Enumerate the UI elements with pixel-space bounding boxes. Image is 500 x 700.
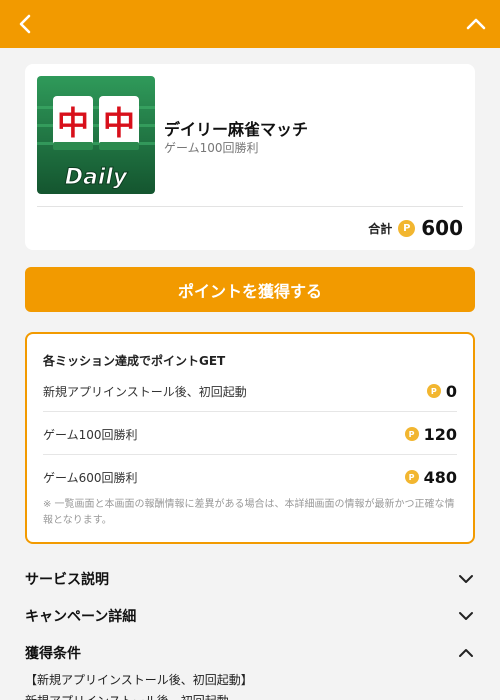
accordion-label: 獲得条件 <box>25 646 81 662</box>
mahjong-thumbnail-image: 中 中 Daily <box>37 76 155 194</box>
game-subtitle: ゲーム100回勝利 <box>164 141 259 155</box>
mission-points: P 0 <box>426 381 457 401</box>
mission-row: ゲーム100回勝利 P 120 <box>43 414 457 454</box>
total-label: 合計 <box>368 221 393 236</box>
chevron-left-icon <box>19 14 31 34</box>
accordion-label: キャンペーン詳細 <box>25 609 137 625</box>
mission-points-value: 120 <box>423 424 457 444</box>
mission-points-value: 0 <box>445 381 457 401</box>
mission-label: 新規アプリインストール後、初回起動 <box>43 384 247 399</box>
tile-left-glyph: 中 <box>57 104 89 142</box>
card-divider <box>37 206 463 207</box>
total-points: 合計 P 600 <box>368 216 463 240</box>
collapse-button[interactable] <box>462 10 490 38</box>
mission-row: ゲーム600回勝利 P 480 <box>43 457 457 497</box>
chevron-up-icon <box>466 18 486 30</box>
point-coin-icon: P <box>398 219 416 237</box>
back-button[interactable] <box>12 10 40 38</box>
mission-points: P 480 <box>404 467 457 487</box>
total-value: 600 <box>421 216 463 240</box>
condition-heading: 【新規アプリインストール後、初回起動】 <box>25 673 253 687</box>
mission-label: ゲーム100回勝利 <box>43 427 138 442</box>
mission-points: P 120 <box>404 424 457 444</box>
tile-right-glyph: 中 <box>103 104 135 142</box>
chevron-down-icon <box>459 612 473 620</box>
game-card: 中 中 Daily デイリー麻雀マッチ ゲーム100回勝利 合計 P 600 <box>25 64 475 250</box>
condition-text: 新規アプリインストール後、初回起動 <box>25 692 229 700</box>
mission-row: 新規アプリインストール後、初回起動 P 0 <box>43 371 457 411</box>
accordion-acquisition-conditions[interactable]: 獲得条件 <box>25 640 475 666</box>
accordion-service-description[interactable]: サービス説明 <box>25 566 475 592</box>
mission-divider <box>43 454 457 455</box>
point-coin-icon: P <box>426 384 441 398</box>
missions-heading: 各ミッション達成でポイントGET <box>43 354 226 368</box>
game-thumbnail: 中 中 Daily <box>37 76 155 194</box>
mission-divider <box>43 411 457 412</box>
missions-panel: 各ミッション達成でポイントGET 新規アプリインストール後、初回起動 P 0 ゲ… <box>25 332 475 544</box>
chevron-down-icon <box>459 575 473 583</box>
accordion-campaign-details[interactable]: キャンペーン詳細 <box>25 603 475 629</box>
point-coin-icon: P <box>404 470 419 484</box>
missions-note: ※ 一覧画面と本画面の報酬情報に差異がある場合は、本詳細画面の情報が最新かつ正確… <box>43 499 455 526</box>
game-title: デイリー麻雀マッチ <box>164 120 309 139</box>
mission-label: ゲーム600回勝利 <box>43 470 138 485</box>
thumbnail-logo-text: Daily <box>65 165 129 190</box>
get-points-button[interactable]: ポイントを獲得する <box>25 267 475 312</box>
top-bar <box>0 0 500 48</box>
point-coin-icon: P <box>404 427 419 441</box>
accordion-label: サービス説明 <box>25 572 109 588</box>
chevron-up-icon <box>459 649 473 657</box>
mission-points-value: 480 <box>423 467 457 487</box>
